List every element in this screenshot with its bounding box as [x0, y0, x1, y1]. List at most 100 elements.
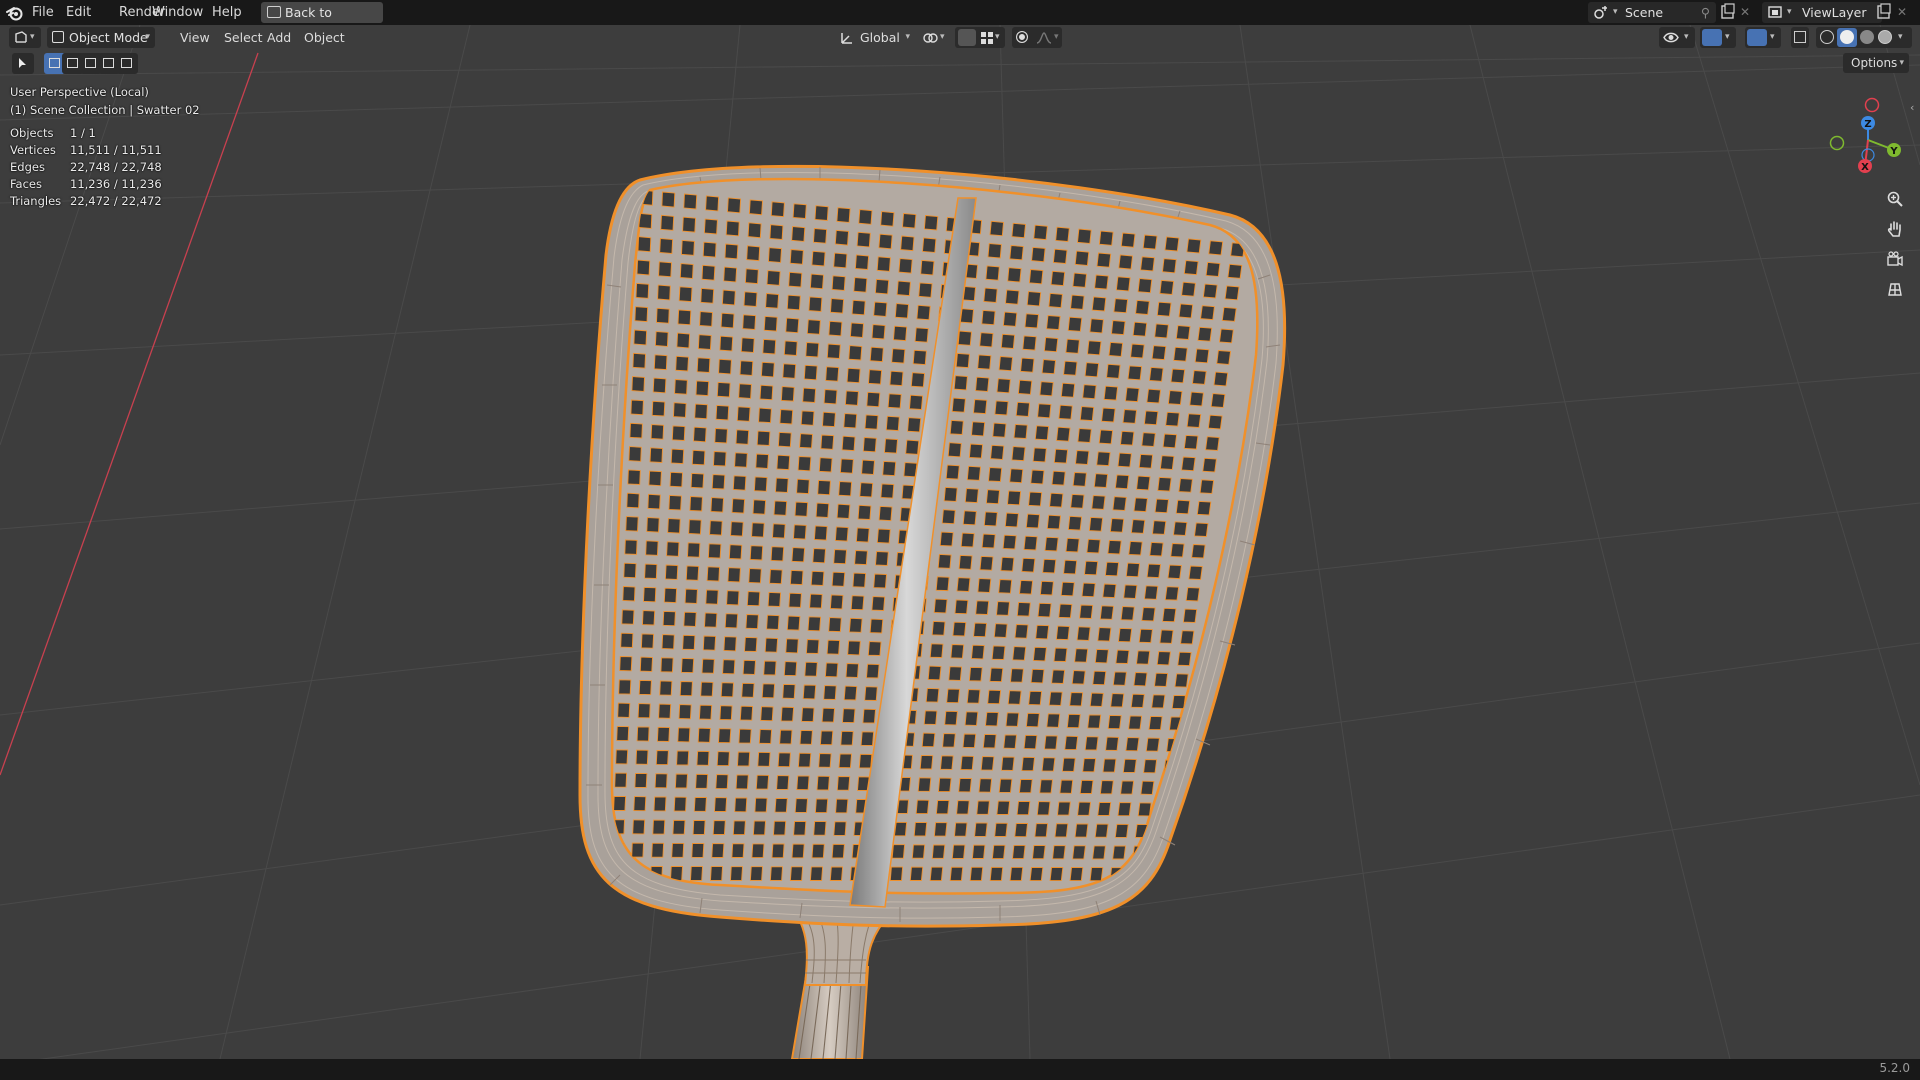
mesh-hole — [621, 609, 635, 625]
mesh-hole — [809, 273, 824, 290]
mesh-hole — [1120, 232, 1136, 248]
mesh-hole — [683, 193, 698, 210]
mesh-hole — [869, 346, 884, 363]
mesh-hole — [662, 610, 676, 627]
menu-help[interactable]: Help — [207, 3, 247, 22]
mesh-hole — [626, 492, 640, 509]
mesh-hole — [701, 658, 715, 674]
mesh-hole — [691, 843, 705, 858]
mesh-hole — [811, 250, 826, 267]
mesh-hole — [998, 356, 1013, 372]
menu-view[interactable]: View — [175, 29, 215, 47]
mesh-hole — [949, 419, 964, 435]
mesh-hole — [969, 866, 984, 882]
mesh-hole — [711, 474, 726, 490]
zoom-button[interactable] — [1881, 185, 1909, 213]
mesh-hole — [1093, 473, 1109, 488]
menu-object[interactable]: Object — [299, 29, 350, 47]
view-layer-name-field[interactable]: ViewLayer — [1796, 2, 1882, 23]
mesh-hole — [803, 364, 818, 381]
mesh-hole — [1120, 780, 1135, 795]
material-shading-icon[interactable] — [1860, 30, 1874, 44]
options-dropdown[interactable]: Options ▾ — [1843, 53, 1909, 73]
delete-view-layer-icon[interactable]: ✕ — [1897, 3, 1917, 21]
gizmo-neg-x[interactable] — [1864, 97, 1880, 113]
mesh-hole — [1117, 802, 1132, 817]
mesh-hole — [654, 331, 669, 347]
mesh-hole — [1024, 313, 1039, 329]
swatter-head[interactable] — [578, 164, 1287, 928]
mesh-hole — [954, 822, 968, 837]
wireframe-shading-icon[interactable] — [1820, 30, 1834, 44]
mesh-hole — [1069, 867, 1084, 882]
gizmo-toggle-icon[interactable] — [1702, 29, 1722, 46]
editor-type-dropdown[interactable]: ▾ — [9, 27, 41, 48]
mode-dropdown[interactable]: Object Mode ▾ — [47, 27, 155, 48]
mesh-hole — [1054, 823, 1069, 838]
mesh-hole — [1213, 371, 1229, 387]
mesh-hole — [913, 822, 928, 837]
pin-icon[interactable]: ⚲ — [1701, 2, 1710, 23]
transform-orientation-dropdown[interactable]: Global ▾ — [838, 27, 912, 48]
mesh-hole — [1202, 283, 1218, 299]
mesh-hole — [1064, 735, 1079, 751]
mesh-hole — [1207, 414, 1223, 430]
tweak-tool-button[interactable] — [12, 53, 34, 74]
snap-grid-icon[interactable] — [980, 31, 994, 45]
menu-file[interactable]: File — [27, 3, 59, 22]
camera-view-button[interactable] — [1881, 245, 1909, 273]
mesh-hole — [1148, 715, 1163, 731]
ortho-toggle-button[interactable] — [1881, 275, 1909, 303]
mesh-hole — [996, 601, 1010, 616]
scene-name-field[interactable]: Scene ⚲ — [1622, 2, 1716, 23]
falloff-curve-icon[interactable] — [1036, 31, 1052, 45]
pan-button[interactable] — [1881, 215, 1909, 243]
navigation-gizmo[interactable]: Z Y X — [1820, 85, 1910, 195]
new-scene-icon[interactable] — [1718, 3, 1738, 21]
select-intersect-button[interactable] — [116, 53, 138, 74]
mesh-hole — [636, 726, 650, 742]
gizmo-neg-y[interactable] — [1829, 135, 1845, 151]
menu-window[interactable]: Window — [147, 3, 208, 22]
proportional-edit-icon[interactable] — [1016, 31, 1028, 43]
mesh-hole — [670, 866, 683, 881]
mesh-hole — [864, 414, 879, 430]
mesh-hole — [1097, 627, 1112, 642]
mesh-hole — [973, 622, 987, 638]
mesh-hole — [1162, 607, 1177, 623]
sidebar-toggle-icon[interactable]: ‹ — [1910, 101, 1914, 114]
mesh-hole — [843, 685, 858, 701]
menu-add[interactable]: Add — [262, 29, 296, 47]
mesh-hole — [714, 797, 728, 812]
mesh-hole — [867, 641, 882, 656]
mesh-hole — [893, 325, 908, 342]
mesh-hole — [1037, 602, 1052, 618]
object-visibility-dropdown[interactable]: ▾ — [1659, 27, 1695, 48]
xray-toggle[interactable] — [1791, 27, 1809, 48]
mesh-hole — [1044, 735, 1058, 750]
back-to-previous-button[interactable]: Back to Previous — [261, 2, 383, 41]
mesh-hole — [681, 239, 695, 256]
rendered-shading-icon[interactable] — [1878, 30, 1892, 44]
delete-scene-icon[interactable]: ✕ — [1740, 3, 1760, 21]
viewport-canvas[interactable] — [0, 25, 1920, 1059]
menu-edit[interactable]: Edit — [61, 3, 96, 22]
mesh-hole — [1181, 281, 1196, 297]
mesh-hole — [1074, 823, 1089, 838]
mesh-hole — [794, 798, 808, 813]
mesh-hole — [618, 679, 632, 695]
overlays-toggle-group: ▾ — [1745, 27, 1781, 48]
mesh-hole — [910, 372, 925, 388]
3d-viewport[interactable]: ▾ Object Mode ▾ View Select Add Object G… — [0, 25, 1920, 1059]
snap-toggle-icon[interactable] — [958, 29, 976, 46]
overlays-icon[interactable] — [1747, 29, 1767, 46]
mesh-hole — [1167, 564, 1182, 580]
mesh-hole — [914, 327, 929, 343]
mesh-hole — [1193, 522, 1209, 537]
mesh-hole — [956, 800, 970, 815]
menu-select[interactable]: Select — [219, 29, 268, 47]
new-view-layer-icon[interactable] — [1874, 3, 1894, 21]
pivot-point-dropdown[interactable]: ▾ — [920, 27, 950, 48]
blender-logo-icon[interactable] — [6, 4, 24, 21]
swatter-handle[interactable] — [787, 904, 903, 1059]
